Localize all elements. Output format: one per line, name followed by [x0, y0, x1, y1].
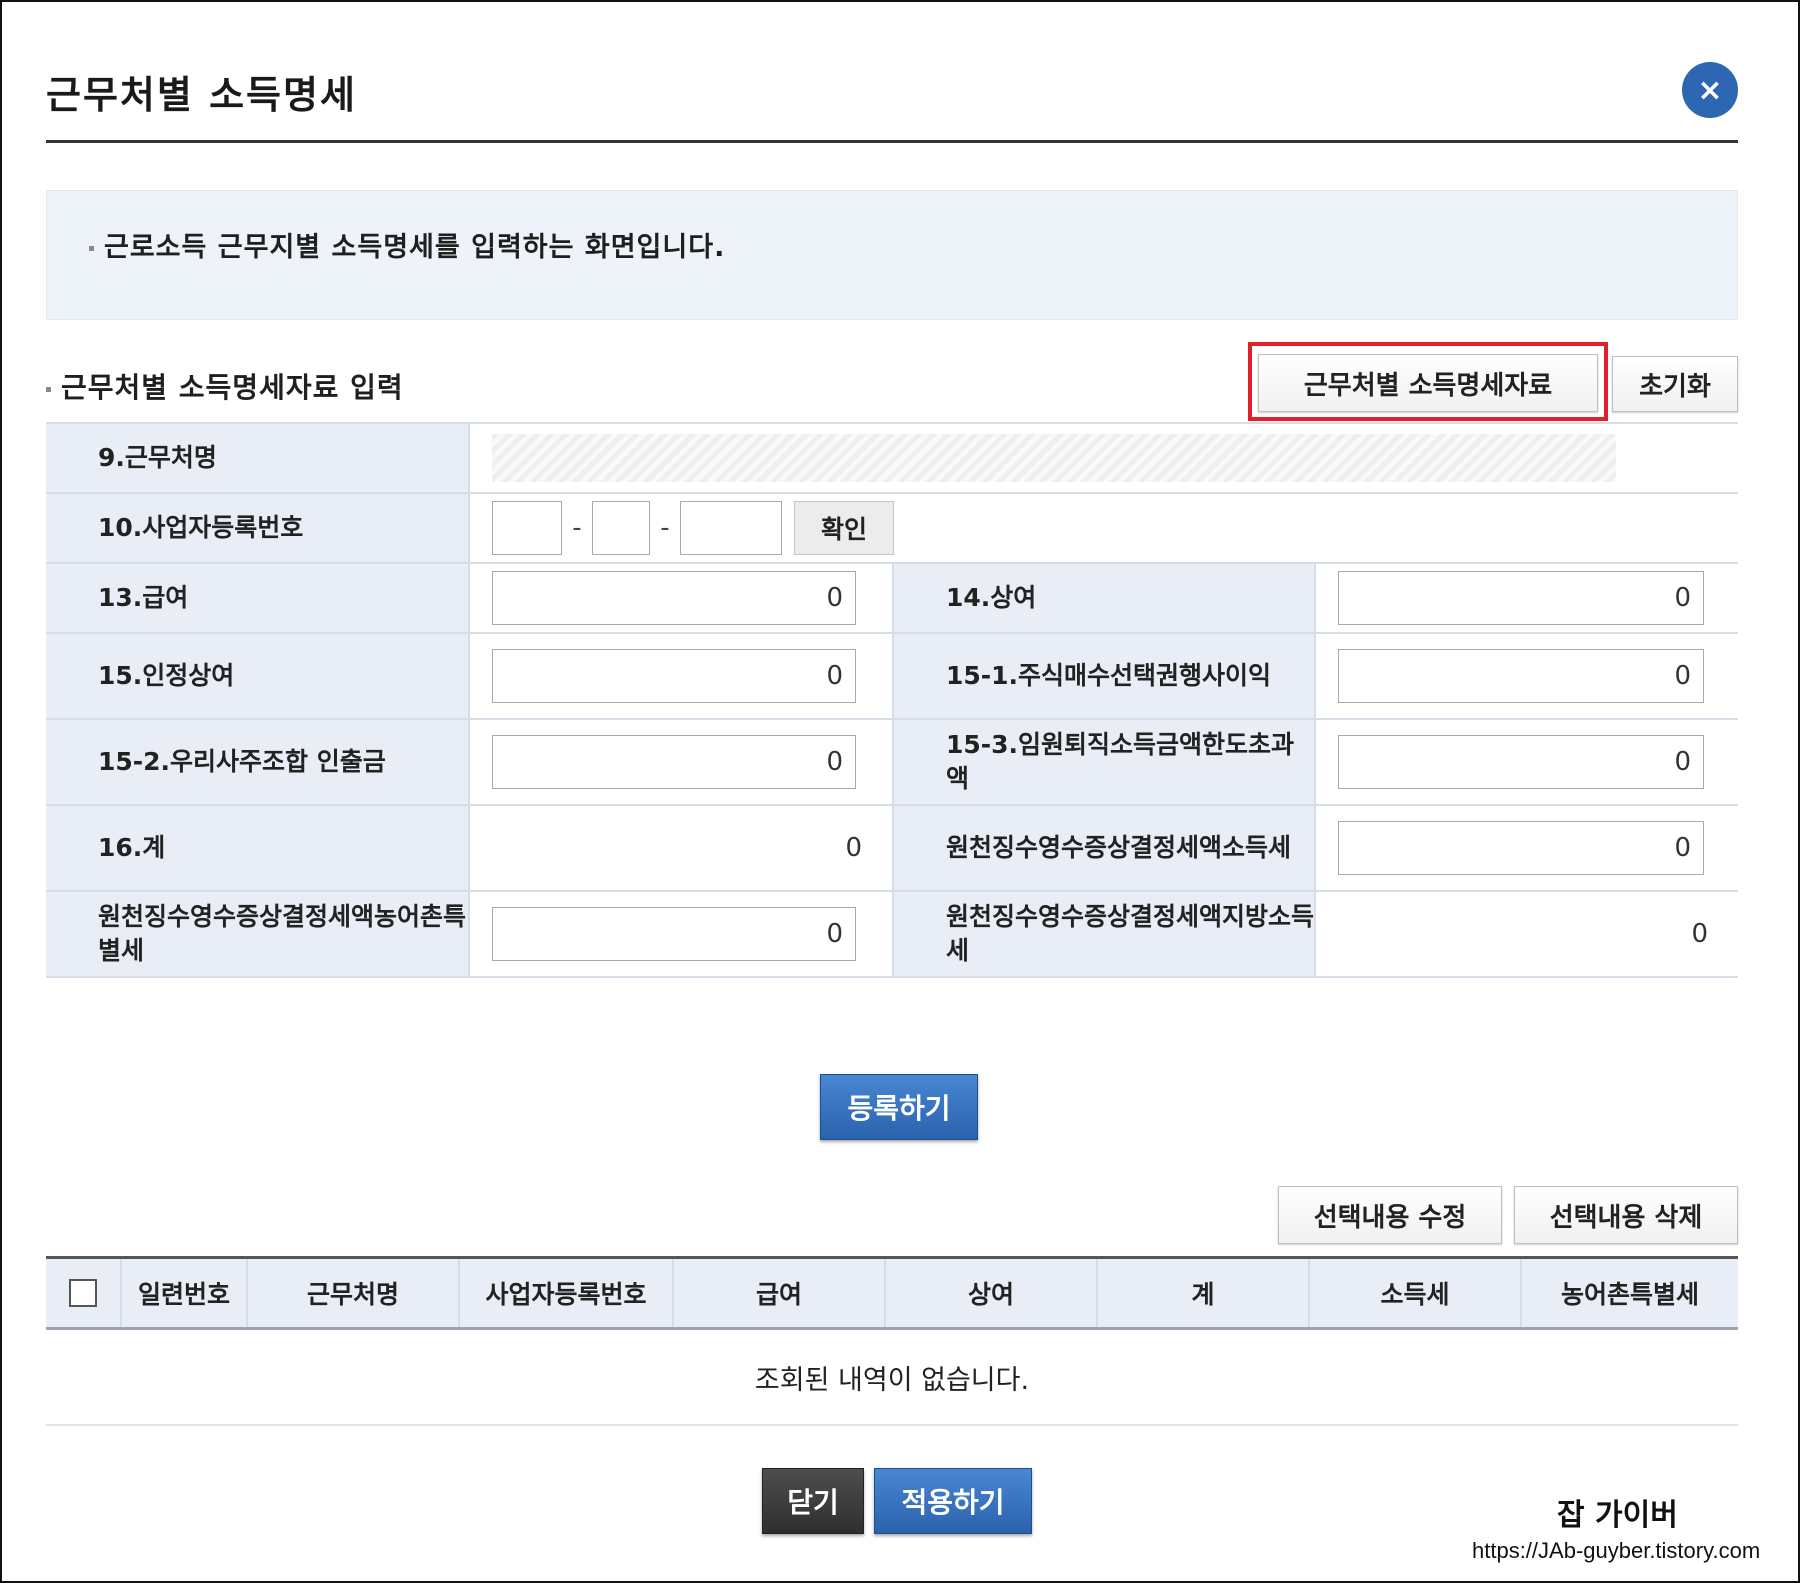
row-biz-number: 10.사업자등록번호 - - 확인 — [46, 494, 1738, 564]
row-recognized-stock: 15.인정상여 0 15-1.주식매수선택권행사이익 0 — [46, 634, 1738, 720]
biz-number-part2-input[interactable] — [592, 501, 650, 555]
info-line: 근로소득 근무지별 소득명세를 입력하는 화면입니다. — [89, 225, 725, 264]
wh-local-tax-value: 0 — [1691, 919, 1708, 949]
workplace-label: 9.근무처명 — [46, 424, 470, 492]
bonus-cell: 0 — [1316, 564, 1738, 632]
column-header[interactable]: 급여 — [674, 1259, 886, 1327]
recognized-bonus-label: 15.인정상여 — [46, 634, 470, 718]
column-header[interactable]: 사업자등록번호 — [460, 1259, 674, 1327]
total-cell: 0 — [470, 806, 894, 890]
executive-label: 15-3.임원퇴직소득금액한도초과액 — [894, 720, 1316, 804]
column-header[interactable]: 상여 — [886, 1259, 1098, 1327]
empty-list-message: 조회된 내역이 없습니다. — [46, 1330, 1738, 1426]
edit-selected-button[interactable]: 선택내용 수정 — [1278, 1186, 1502, 1244]
title-divider — [46, 140, 1738, 143]
stock-option-label: 15-1.주식매수선택권행사이익 — [894, 634, 1316, 718]
register-button[interactable]: 등록하기 — [820, 1074, 978, 1140]
dialog-window: 근무처별 소득명세 × 근로소득 근무지별 소득명세를 입력하는 화면입니다. … — [0, 0, 1800, 1583]
column-header[interactable]: 근무처명 — [248, 1259, 460, 1327]
list-header: 일련번호 근무처명 사업자등록번호 급여 상여 계 소득세 농어촌특별세 — [46, 1256, 1738, 1330]
income-form-table: 9.근무처명 10.사업자등록번호 - - 확인 13.급여 0 14.상여 0… — [46, 422, 1738, 978]
section-title-text: 근무처별 소득명세자료 입력 — [61, 371, 404, 404]
row-esop-executive: 15-2.우리사주조합 인출금 0 15-3.임원퇴직소득금액한도초과액 0 — [46, 720, 1738, 806]
bullet-icon — [89, 246, 94, 251]
biz-number-part3-input[interactable] — [680, 501, 782, 555]
bonus-input[interactable]: 0 — [1338, 571, 1704, 625]
watermark-name: 잡 가이버 — [1557, 1498, 1678, 1533]
salary-cell: 0 — [470, 564, 894, 632]
wh-rural-tax-label: 원천징수영수증상결정세액농어촌특별세 — [46, 892, 470, 976]
wh-income-tax-label: 원천징수영수증상결정세액소득세 — [894, 806, 1316, 890]
total-label: 16.계 — [46, 806, 470, 890]
biz-number-part1-input[interactable] — [492, 501, 562, 555]
biz-dash: - — [660, 513, 670, 543]
highlight-box — [1248, 342, 1608, 421]
delete-selected-button[interactable]: 선택내용 삭제 — [1514, 1186, 1738, 1244]
section-title: 근무처별 소득명세자료 입력 — [46, 366, 404, 406]
wh-local-tax-cell: 0 — [1316, 892, 1738, 976]
row-workplace: 9.근무처명 — [46, 424, 1738, 494]
select-all-cell — [46, 1259, 122, 1327]
wh-income-tax-input[interactable]: 0 — [1338, 821, 1704, 875]
close-button[interactable]: 닫기 — [762, 1468, 864, 1534]
recognized-bonus-cell: 0 — [470, 634, 894, 718]
salary-label: 13.급여 — [46, 564, 470, 632]
info-box: 근로소득 근무지별 소득명세를 입력하는 화면입니다. — [46, 190, 1738, 320]
wh-local-tax-label: 원천징수영수증상결정세액지방소득세 — [894, 892, 1316, 976]
row-salary-bonus: 13.급여 0 14.상여 0 — [46, 564, 1738, 634]
row-total-income-tax: 16.계 0 원천징수영수증상결정세액소득세 0 — [46, 806, 1738, 892]
column-header[interactable]: 일련번호 — [122, 1259, 248, 1327]
dialog-title: 근무처별 소득명세 — [46, 73, 357, 117]
workplace-cell — [470, 424, 1738, 492]
reset-button[interactable]: 초기화 — [1612, 356, 1738, 412]
executive-cell: 0 — [1316, 720, 1738, 804]
recognized-bonus-input[interactable]: 0 — [492, 649, 856, 703]
close-icon[interactable]: × — [1682, 62, 1738, 118]
column-header[interactable]: 농어촌특별세 — [1522, 1259, 1738, 1327]
info-text: 근로소득 근무지별 소득명세를 입력하는 화면입니다. — [104, 232, 726, 263]
bullet-icon — [46, 386, 51, 392]
column-header[interactable]: 소득세 — [1310, 1259, 1522, 1327]
biz-dash: - — [572, 513, 582, 543]
row-rural-local-tax: 원천징수영수증상결정세액농어촌특별세 0 원천징수영수증상결정세액지방소득세 0 — [46, 892, 1738, 978]
biz-number-cell: - - 확인 — [470, 494, 1738, 562]
apply-button[interactable]: 적용하기 — [874, 1468, 1032, 1534]
wh-income-tax-cell: 0 — [1316, 806, 1738, 890]
column-header[interactable]: 계 — [1098, 1259, 1310, 1327]
esop-cell: 0 — [470, 720, 894, 804]
wh-rural-tax-input[interactable]: 0 — [492, 907, 856, 961]
watermark-url: https://JAb-guyber.tistory.com — [1472, 1538, 1761, 1563]
biz-number-label: 10.사업자등록번호 — [46, 494, 470, 562]
wh-rural-tax-cell: 0 — [470, 892, 894, 976]
total-value: 0 — [845, 833, 862, 863]
bonus-label: 14.상여 — [894, 564, 1316, 632]
esop-input[interactable]: 0 — [492, 735, 856, 789]
workplace-readonly-field — [492, 434, 1616, 482]
salary-input[interactable]: 0 — [492, 571, 856, 625]
stock-option-input[interactable]: 0 — [1338, 649, 1704, 703]
confirm-button[interactable]: 확인 — [794, 501, 894, 555]
executive-input[interactable]: 0 — [1338, 735, 1704, 789]
esop-label: 15-2.우리사주조합 인출금 — [46, 720, 470, 804]
stock-option-cell: 0 — [1316, 634, 1738, 718]
select-all-checkbox[interactable] — [69, 1279, 97, 1307]
